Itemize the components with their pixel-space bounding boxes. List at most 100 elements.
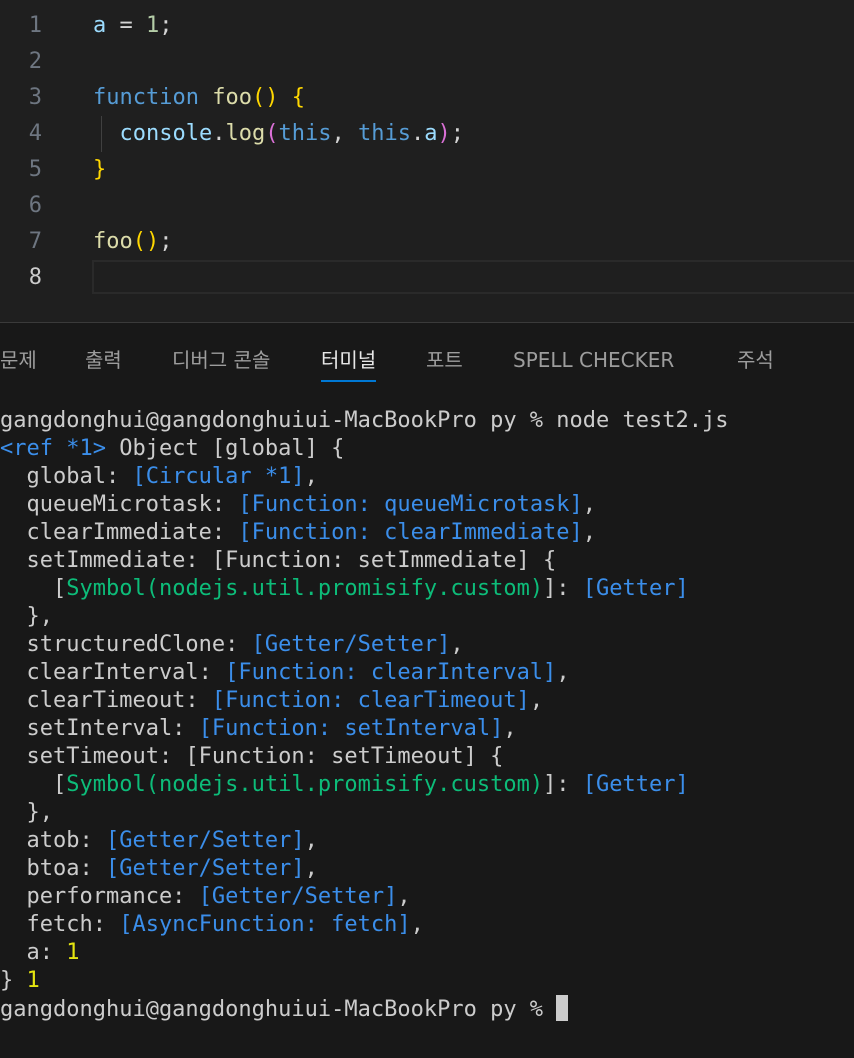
terminal-line: gangdonghui@gangdonghuiui-MacBookPro py …: [0, 407, 854, 435]
code-line[interactable]: 5}: [0, 152, 854, 188]
code-token: .: [410, 121, 425, 146]
terminal-line: } 1: [0, 967, 854, 995]
bottom-panel: 문제 출력 디버그 콘솔 터미널 포트 SPELL CHECKER 주석 gan…: [0, 323, 854, 1058]
terminal-line: btoa: [Getter/Setter],: [0, 855, 854, 883]
code-token: a: [424, 121, 438, 146]
code-token: foo: [93, 229, 133, 254]
terminal-text: structuredClone:: [0, 632, 252, 657]
tab-problems[interactable]: 문제: [0, 345, 37, 375]
tab-comments[interactable]: 주석: [737, 345, 774, 375]
terminal-text: setImmediate: [Function: setImmediate] {: [0, 548, 557, 573]
terminal-text: Symbol(nodejs.util.promisify.custom): [66, 772, 544, 797]
terminal-text: ,: [582, 492, 597, 517]
terminal-text: clearTimeout:: [0, 688, 212, 713]
line-number: 8: [28, 265, 42, 290]
terminal-text: <ref *1>: [0, 436, 106, 461]
terminal-text: performance:: [0, 884, 199, 909]
terminal-line: clearInterval: [Function: clearInterval]…: [0, 659, 854, 687]
tab-ports[interactable]: 포트: [426, 345, 463, 375]
terminal-line: },: [0, 603, 854, 631]
terminal-line: clearTimeout: [Function: clearTimeout],: [0, 687, 854, 715]
code-token: {: [291, 85, 305, 110]
terminal-text: clearImmediate:: [0, 520, 239, 545]
code-token: ;: [159, 13, 173, 38]
terminal-text: [: [0, 772, 67, 797]
code-text: a = 1;: [93, 8, 173, 44]
terminal-text: ,: [450, 632, 464, 657]
code-line[interactable]: 6: [0, 188, 854, 224]
terminal-line: },: [0, 799, 854, 827]
terminal-text: gangdonghui@gangdonghuiui-MacBookPro py …: [0, 408, 729, 433]
terminal-text: ,: [556, 660, 570, 685]
code-text: foo();: [93, 224, 173, 260]
code-text: console.log(this, this.a);: [93, 116, 464, 152]
terminal-text: a:: [0, 940, 67, 965]
code-editor[interactable]: 1a = 1; 2 3 function foo() {4 console.log(t…: [0, 0, 854, 322]
code-token: ;: [450, 121, 464, 146]
terminal-text: [Getter/Setter]: [198, 884, 398, 909]
tab-output[interactable]: 출력: [85, 345, 122, 375]
terminal-line: setInterval: [Function: setInterval],: [0, 715, 854, 743]
terminal-line: setImmediate: [Function: setImmediate] {: [0, 547, 854, 575]
code-token: a: [93, 13, 107, 38]
code-token: console: [119, 121, 213, 146]
code-line[interactable]: 7 foo();: [0, 224, 854, 260]
terminal-text: atob:: [0, 828, 106, 853]
code-token: (): [251, 85, 279, 110]
code-token: }: [93, 157, 107, 182]
terminal-line: <ref *1> Object [global] {: [0, 435, 854, 463]
terminal-line: fetch: [AsyncFunction: fetch],: [0, 911, 854, 939]
terminal-text: Object [global] {: [105, 436, 345, 461]
line-number: 4: [28, 121, 42, 146]
tab-debug-console[interactable]: 디버그 콘솔: [172, 345, 270, 375]
terminal-line: clearImmediate: [Function: clearImmediat…: [0, 519, 854, 547]
terminal-cursor: [556, 995, 569, 1021]
code-line[interactable]: 8: [0, 260, 854, 296]
tab-terminal[interactable]: 터미널: [321, 345, 377, 382]
terminal-line: setTimeout: [Function: setTimeout] {: [0, 743, 854, 771]
terminal-text: gangdonghui@gangdonghuiui-MacBookPro py …: [0, 997, 557, 1022]
code-token: foo: [212, 85, 252, 110]
code-line[interactable]: 1 a = 1;: [0, 8, 854, 44]
terminal-text: ,: [503, 716, 517, 741]
code-token: ): [437, 121, 451, 146]
terminal-text: ]:: [543, 772, 583, 797]
tab-spell-checker[interactable]: SPELL CHECKER: [513, 345, 674, 375]
terminal-text: [Getter/Setter]: [105, 856, 305, 881]
terminal-text: [: [0, 576, 67, 601]
code-line[interactable]: 4 console.log(this, this.a);: [0, 116, 854, 152]
line-number: 5: [28, 157, 42, 182]
terminal-text: ,: [582, 520, 597, 545]
terminal-text: }: [0, 968, 27, 993]
terminal-line: global: [Circular *1],: [0, 463, 854, 491]
code-line[interactable]: 3 function foo() {: [0, 80, 854, 116]
code-token: ;: [159, 229, 173, 254]
terminal-text: ,: [304, 464, 318, 489]
terminal-output[interactable]: gangdonghui@gangdonghuiui-MacBookPro py …: [0, 407, 854, 1023]
code-line[interactable]: 2: [0, 44, 854, 80]
terminal-text: ,: [304, 828, 318, 853]
code-token: this: [278, 121, 332, 146]
terminal-text: global:: [0, 464, 133, 489]
code-token: ,: [331, 121, 358, 146]
terminal-text: [Circular *1]: [132, 464, 305, 489]
terminal-text: setTimeout: [Function: setTimeout] {: [0, 744, 504, 769]
terminal-text: [Getter]: [582, 576, 689, 601]
terminal-text: fetch:: [0, 912, 120, 937]
terminal-text: [Getter/Setter]: [251, 632, 451, 657]
panel-tabs: 문제 출력 디버그 콘솔 터미널 포트 SPELL CHECKER 주석: [0, 323, 854, 393]
terminal-text: [Function: clearTimeout]: [211, 688, 530, 713]
line-number: 2: [28, 49, 42, 74]
line-number: 1: [28, 13, 42, 38]
terminal-text: 1: [66, 940, 80, 965]
terminal-line: queueMicrotask: [Function: queueMicrotas…: [0, 491, 854, 519]
code-token: (: [265, 121, 279, 146]
terminal-text: [AsyncFunction: fetch]: [119, 912, 411, 937]
terminal-line: [Symbol(nodejs.util.promisify.custom)]: …: [0, 771, 854, 799]
terminal-text: Symbol(nodejs.util.promisify.custom): [66, 576, 544, 601]
code-token: this: [357, 121, 411, 146]
terminal-text: [Function: clearInterval]: [225, 660, 557, 685]
code-token: .: [212, 121, 226, 146]
